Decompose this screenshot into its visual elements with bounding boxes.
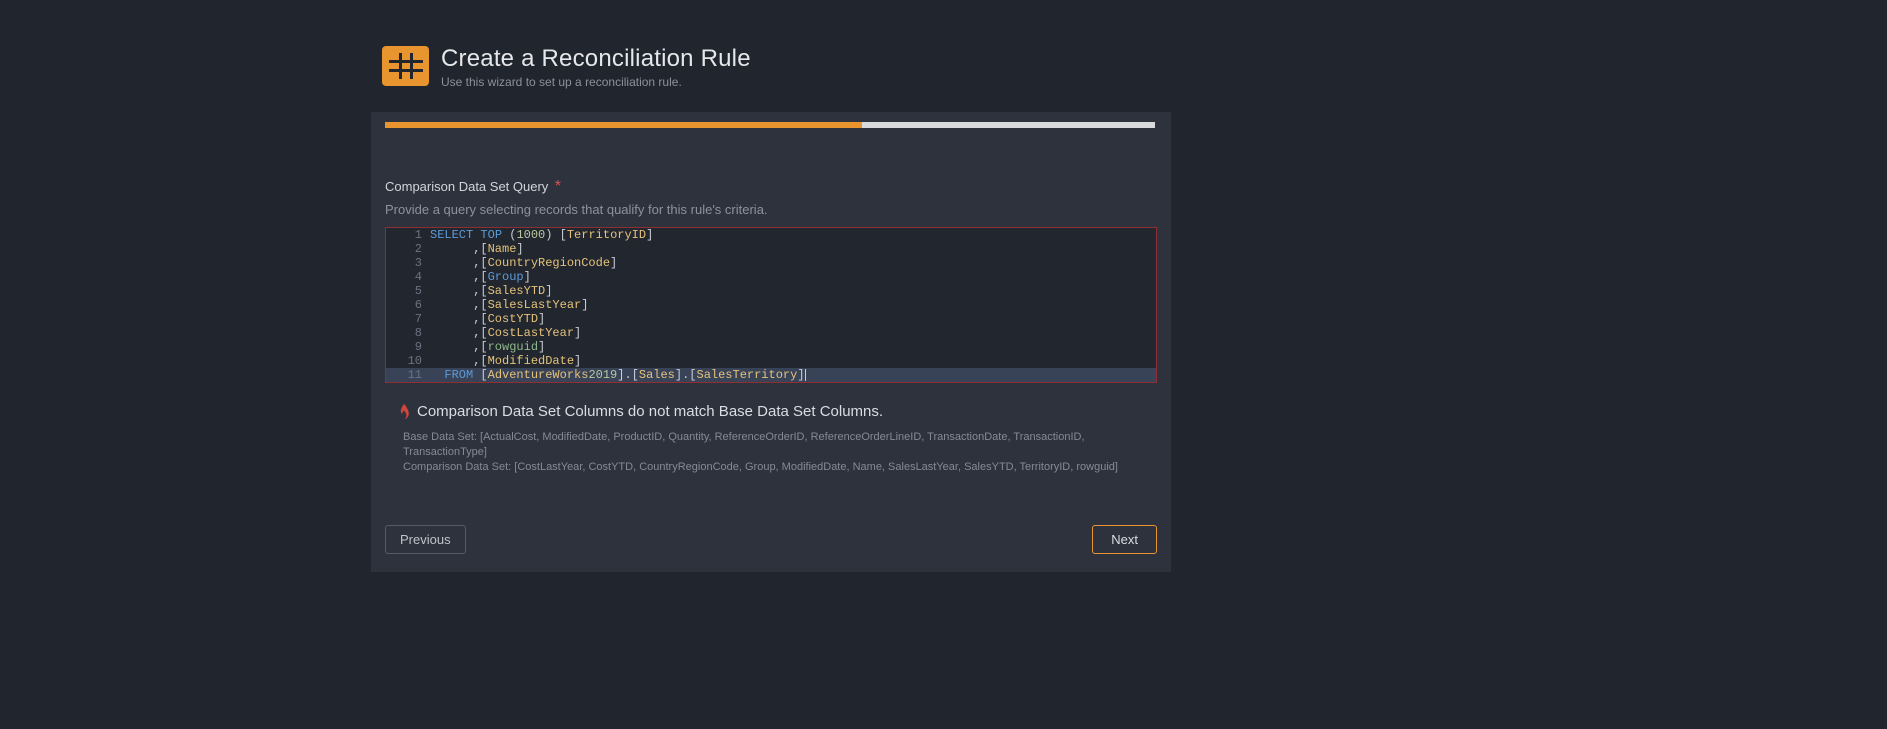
warning-title: Comparison Data Set Columns do not match… [417, 403, 883, 420]
code-content[interactable]: ,[ModifiedDate] [430, 354, 581, 368]
code-content[interactable]: ,[CostLastYear] [430, 326, 581, 340]
page-root: Create a Reconciliation Rule Use this wi… [0, 0, 1887, 729]
query-section: Comparison Data Set Query * Provide a qu… [371, 128, 1171, 217]
code-content[interactable]: ,[CostYTD] [430, 312, 545, 326]
page-header: Create a Reconciliation Rule Use this wi… [382, 46, 751, 89]
editor-line[interactable]: 5 ,[SalesYTD] [386, 284, 1156, 298]
line-number: 7 [386, 312, 430, 326]
previous-button[interactable]: Previous [385, 525, 466, 554]
grid-icon [382, 46, 429, 86]
code-content[interactable]: ,[SalesLastYear] [430, 298, 588, 312]
section-label: Comparison Data Set Query [385, 179, 548, 194]
warning-base-line: Base Data Set: [ActualCost, ModifiedDate… [403, 430, 1157, 460]
editor-line[interactable]: 10 ,[ModifiedDate] [386, 354, 1156, 368]
editor-line[interactable]: 4 ,[Group] [386, 270, 1156, 284]
editor-line[interactable]: 11 FROM [AdventureWorks2019].[Sales].[Sa… [386, 368, 1156, 382]
editor-line[interactable]: 7 ,[CostYTD] [386, 312, 1156, 326]
warning-details: Base Data Set: [ActualCost, ModifiedDate… [397, 430, 1157, 475]
editor-line[interactable]: 9 ,[rowguid] [386, 340, 1156, 354]
section-help: Provide a query selecting records that q… [385, 202, 1157, 217]
line-number: 9 [386, 340, 430, 354]
code-content[interactable]: ,[SalesYTD] [430, 284, 552, 298]
sql-editor[interactable]: 1SELECT TOP (1000) [TerritoryID]2 ,[Name… [385, 227, 1157, 383]
flame-icon [397, 404, 411, 420]
code-content[interactable]: ,[CountryRegionCode] [430, 256, 617, 270]
editor-line[interactable]: 6 ,[SalesLastYear] [386, 298, 1156, 312]
line-number: 11 [386, 368, 430, 382]
editor-line[interactable]: 8 ,[CostLastYear] [386, 326, 1156, 340]
header-text: Create a Reconciliation Rule Use this wi… [441, 46, 751, 89]
wizard-buttons: Previous Next [371, 475, 1171, 554]
warning-comp-line: Comparison Data Set: [CostLastYear, Cost… [403, 460, 1157, 475]
code-content[interactable]: ,[rowguid] [430, 340, 545, 354]
page-title: Create a Reconciliation Rule [441, 46, 751, 72]
line-number: 8 [386, 326, 430, 340]
code-content[interactable]: ,[Name] [430, 242, 524, 256]
line-number: 1 [386, 228, 430, 242]
line-number: 10 [386, 354, 430, 368]
line-number: 6 [386, 298, 430, 312]
line-number: 2 [386, 242, 430, 256]
next-button[interactable]: Next [1092, 525, 1157, 554]
code-content[interactable]: ,[Group] [430, 270, 531, 284]
editor-line[interactable]: 2 ,[Name] [386, 242, 1156, 256]
required-mark: * [555, 178, 561, 195]
validation-warning: Comparison Data Set Columns do not match… [371, 383, 1171, 475]
line-number: 3 [386, 256, 430, 270]
wizard-panel: Comparison Data Set Query * Provide a qu… [371, 112, 1171, 572]
page-subtitle: Use this wizard to set up a reconciliati… [441, 75, 751, 89]
line-number: 4 [386, 270, 430, 284]
editor-line[interactable]: 3 ,[CountryRegionCode] [386, 256, 1156, 270]
code-content[interactable]: FROM [AdventureWorks2019].[Sales].[Sales… [430, 368, 806, 382]
text-cursor [805, 369, 806, 381]
editor-line[interactable]: 1SELECT TOP (1000) [TerritoryID] [386, 228, 1156, 242]
warning-heading: Comparison Data Set Columns do not match… [397, 403, 1157, 420]
code-content[interactable]: SELECT TOP (1000) [TerritoryID] [430, 228, 653, 242]
line-number: 5 [386, 284, 430, 298]
section-label-row: Comparison Data Set Query * [385, 178, 1157, 196]
